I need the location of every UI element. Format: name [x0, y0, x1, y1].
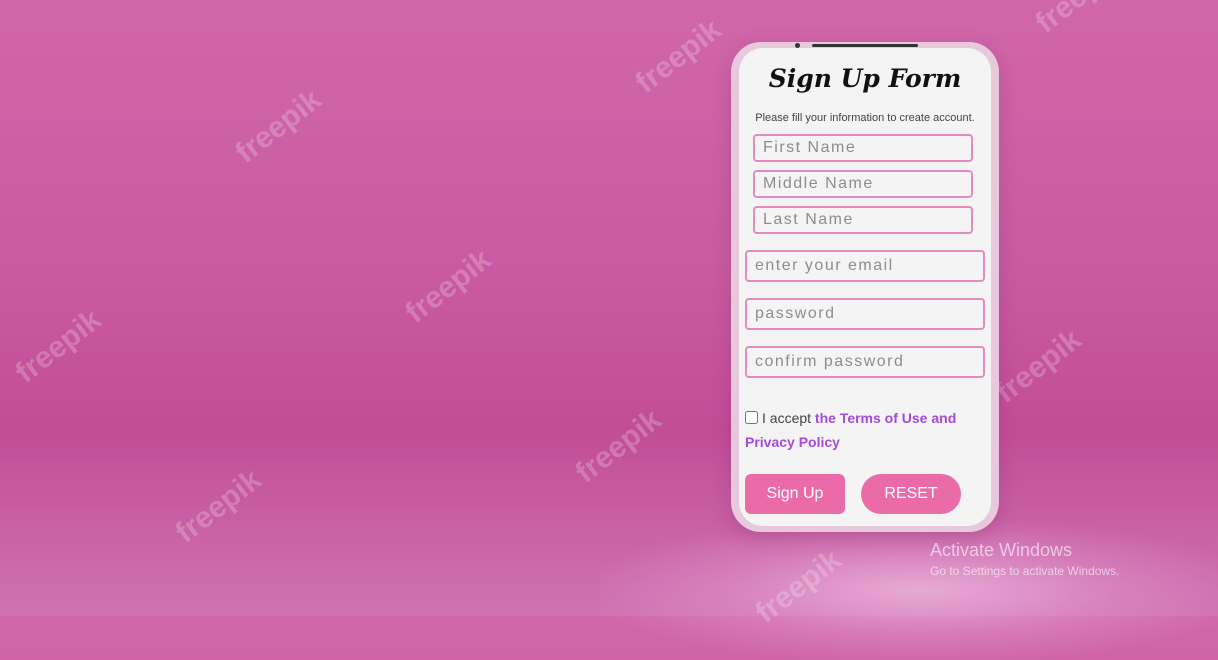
reset-button[interactable]: RESET	[861, 474, 961, 514]
first-name-input[interactable]	[753, 134, 973, 162]
watermark: freepik	[569, 403, 668, 490]
watermark: freepik	[399, 243, 498, 330]
last-name-input[interactable]	[753, 206, 973, 234]
middle-name-input[interactable]	[753, 170, 973, 198]
camera-dot	[795, 43, 800, 48]
watermark: freepik	[169, 463, 268, 550]
password-input[interactable]	[745, 298, 985, 330]
terms-row: I accept the Terms of Use and Privacy Po…	[745, 406, 975, 454]
watermark: freepik	[9, 303, 108, 390]
watermark: freepik	[229, 83, 328, 170]
floor-glow	[600, 520, 1218, 660]
activate-subtitle: Go to Settings to activate Windows.	[930, 564, 1120, 578]
watermark: freepik	[629, 13, 728, 100]
windows-activation-notice: Activate Windows Go to Settings to activ…	[930, 540, 1119, 578]
form-subtitle: Please fill your information to create a…	[755, 112, 975, 124]
phone-mockup: Sign Up Form Please fill your informatio…	[731, 42, 999, 532]
watermark: freepik	[1030, 0, 1128, 40]
activate-title: Activate Windows	[930, 540, 1073, 560]
email-input[interactable]	[745, 250, 985, 282]
signup-button[interactable]: Sign Up	[745, 474, 845, 514]
form-title: Sign Up Form	[768, 64, 962, 93]
watermark: freepik	[989, 323, 1088, 410]
confirm-password-input[interactable]	[745, 346, 985, 378]
terms-checkbox[interactable]	[745, 411, 758, 424]
phone-notch	[812, 44, 918, 47]
terms-label: I accept	[762, 410, 812, 426]
